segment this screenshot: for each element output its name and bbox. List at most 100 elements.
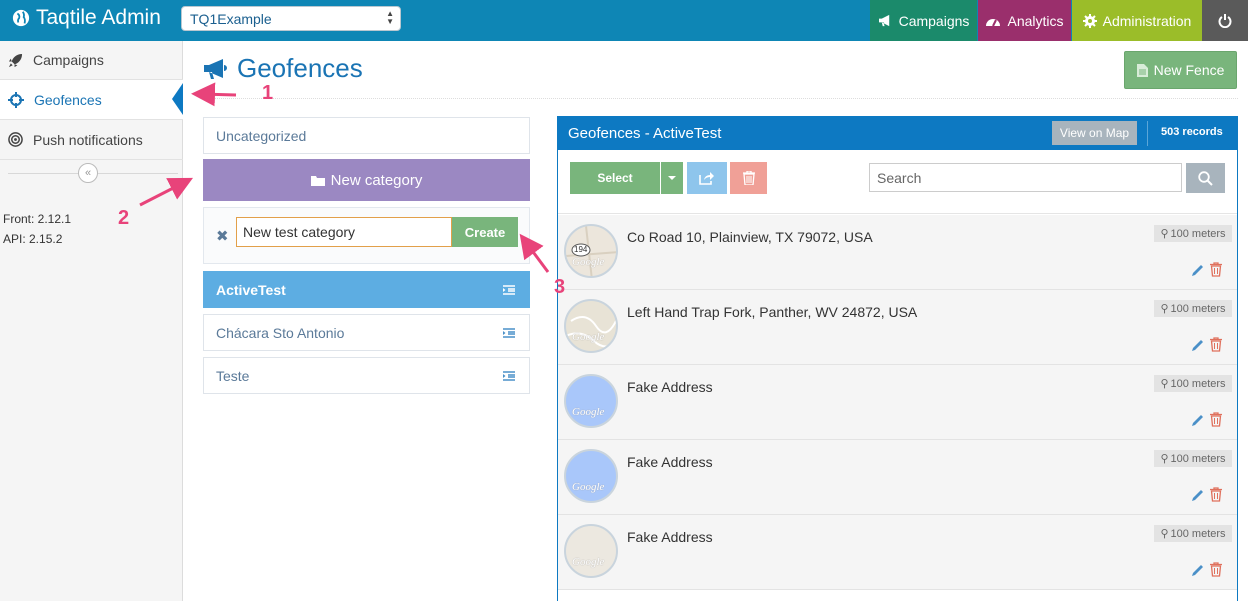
- geofence-row[interactable]: 194 Google Co Road 10, Plainview, TX 790…: [558, 215, 1237, 290]
- list-indent-icon[interactable]: [503, 371, 515, 381]
- document-icon: [1136, 63, 1148, 77]
- annotation-arrow: [191, 82, 237, 107]
- category-label: Uncategorized: [216, 127, 307, 144]
- geofence-row[interactable]: Google Fake Address ⚲ 100 meters: [558, 365, 1237, 440]
- page-title: Geofences: [203, 53, 363, 84]
- select-dropdown-toggle[interactable]: [661, 162, 683, 194]
- radius-badge: ⚲ 100 meters: [1154, 375, 1232, 392]
- select-button[interactable]: Select: [570, 162, 660, 194]
- share-icon: [699, 172, 714, 185]
- megaphone-icon: [204, 58, 227, 79]
- category-chacara-sto-antonio[interactable]: Chácara Sto Antonio: [203, 314, 530, 351]
- view-on-map-button[interactable]: View on Map: [1052, 121, 1137, 145]
- map-watermark: Google: [572, 556, 605, 568]
- trash-icon[interactable]: [1210, 412, 1222, 427]
- category-uncategorized[interactable]: Uncategorized: [203, 117, 530, 154]
- close-icon[interactable]: ✖: [216, 227, 229, 245]
- environment-select-value: TQ1Example: [190, 11, 272, 27]
- title-divider: [203, 98, 1238, 99]
- radius-value: 100 meters: [1170, 452, 1226, 465]
- category-label: ActiveTest: [216, 281, 286, 298]
- category-label: Teste: [216, 367, 250, 384]
- road-label: 194: [574, 245, 588, 254]
- category-activetest[interactable]: ActiveTest: [203, 271, 530, 308]
- geofences-panel: Geofences - ActiveTest View on Map 503 r…: [557, 116, 1238, 601]
- new-category-form: ✖ Create: [203, 207, 530, 264]
- share-button[interactable]: [687, 162, 727, 194]
- annotation-number: 2: [118, 207, 130, 229]
- caret-down-icon: [668, 176, 676, 180]
- list-indent-icon[interactable]: [503, 328, 515, 338]
- search-input[interactable]: [869, 163, 1182, 192]
- delete-selected-button[interactable]: [730, 162, 767, 194]
- category-teste[interactable]: Teste: [203, 357, 530, 394]
- geofence-row[interactable]: Google Left Hand Trap Fork, Panther, WV …: [558, 290, 1237, 365]
- collapse-sidebar-button[interactable]: «: [78, 163, 98, 183]
- folder-icon: [310, 175, 325, 186]
- topnav-analytics[interactable]: Analytics: [978, 0, 1071, 41]
- top-bar: Taqtile Admin TQ1Example ▲ ▼ Campaigns An…: [0, 0, 1248, 41]
- geofence-address: Fake Address: [627, 454, 713, 470]
- map-marker-icon: ⚲: [1160, 228, 1169, 240]
- geofence-row[interactable]: Google Fake Address ⚲ 100 meters: [558, 440, 1237, 515]
- geofence-address: Left Hand Trap Fork, Panther, WV 24872, …: [627, 304, 918, 320]
- edit-icon[interactable]: [1191, 263, 1205, 277]
- trash-icon[interactable]: [1210, 562, 1222, 577]
- map-thumbnail: Google: [564, 374, 618, 428]
- sidebar-item-campaigns[interactable]: Campaigns: [0, 41, 183, 80]
- radius-badge: ⚲ 100 meters: [1154, 525, 1232, 542]
- category-label: Chácara Sto Antonio: [216, 324, 345, 341]
- environment-select[interactable]: TQ1Example ▲ ▼: [181, 6, 401, 31]
- category-name-input[interactable]: [236, 217, 452, 247]
- new-fence-label: New Fence: [1153, 62, 1225, 78]
- topnav-administration[interactable]: Administration: [1072, 0, 1202, 41]
- topnav-administration-label: Administration: [1102, 12, 1192, 29]
- map-thumbnail: 194 Google: [564, 224, 618, 278]
- panel-header: Geofences - ActiveTest View on Map 503 r…: [558, 117, 1237, 150]
- trash-icon[interactable]: [1210, 262, 1222, 277]
- map-marker-icon: ⚲: [1160, 528, 1169, 540]
- app-title: Taqtile Admin: [36, 6, 161, 29]
- map-marker-icon: ⚲: [1160, 303, 1169, 315]
- trash-icon[interactable]: [1210, 487, 1222, 502]
- record-count: 503 records: [1161, 126, 1223, 138]
- create-category-button[interactable]: Create: [452, 217, 518, 247]
- map-marker-icon: ⚲: [1160, 378, 1169, 390]
- power-icon: [1218, 13, 1232, 28]
- search-button[interactable]: [1186, 163, 1225, 193]
- map-watermark: Google: [572, 256, 605, 268]
- radius-badge: ⚲ 100 meters: [1154, 450, 1232, 467]
- edit-icon[interactable]: [1191, 563, 1205, 577]
- map-watermark: Google: [572, 406, 605, 418]
- annotation-number: 1: [262, 82, 274, 104]
- edit-icon[interactable]: [1191, 488, 1205, 502]
- new-category-label: New category: [330, 171, 423, 189]
- radius-value: 100 meters: [1170, 227, 1226, 240]
- sidebar-item-geofences[interactable]: Geofences: [0, 80, 183, 120]
- new-category-button[interactable]: New category: [203, 159, 530, 201]
- sidebar-item-label: Geofences: [34, 91, 102, 108]
- geofence-address: Fake Address: [627, 529, 713, 545]
- logout-button[interactable]: [1202, 0, 1248, 41]
- trash-icon[interactable]: [1210, 337, 1222, 352]
- panel-toolbar: Select: [558, 150, 1237, 214]
- list-indent-icon[interactable]: [503, 285, 515, 295]
- edit-icon[interactable]: [1191, 338, 1205, 352]
- topnav-campaigns[interactable]: Campaigns: [870, 0, 977, 41]
- edit-icon[interactable]: [1191, 413, 1205, 427]
- topnav-campaigns-label: Campaigns: [898, 12, 970, 29]
- app-brand[interactable]: Taqtile Admin: [12, 6, 161, 30]
- map-watermark: Google: [572, 331, 605, 343]
- megaphone-icon: [878, 14, 889, 27]
- map-thumbnail: Google: [564, 299, 618, 353]
- sidebar-item-label: Campaigns: [33, 52, 104, 68]
- sidebar-item-label: Push notifications: [33, 131, 143, 148]
- geofence-row[interactable]: Google Fake Address ⚲ 100 meters: [558, 515, 1237, 590]
- panel-title: Geofences - ActiveTest: [568, 125, 722, 142]
- sidebar-item-push-notifications[interactable]: Push notifications: [0, 120, 183, 160]
- new-fence-button[interactable]: New Fence: [1124, 51, 1237, 89]
- page-title-text: Geofences: [237, 53, 363, 83]
- globe-icon: [12, 9, 30, 27]
- crosshair-icon: [8, 91, 24, 108]
- trash-icon: [742, 171, 755, 185]
